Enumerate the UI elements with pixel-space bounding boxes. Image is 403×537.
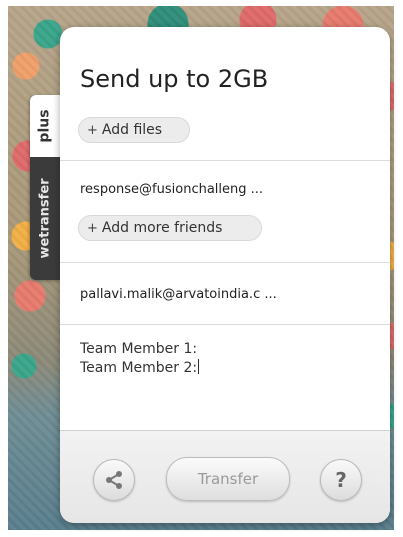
add-files-label: Add files xyxy=(101,122,163,138)
transfer-card: Send up to 2GB + Add files response@fusi… xyxy=(60,27,390,523)
footer-bar: Transfer ? xyxy=(60,430,390,523)
plus-icon: + xyxy=(87,122,98,138)
message-line-1: Team Member 1: xyxy=(80,341,198,357)
share-button[interactable] xyxy=(93,459,135,501)
wetransfer-logo: wetransfer xyxy=(37,178,53,259)
message-line-2: Team Member 2: xyxy=(80,360,198,376)
recipient-email-field[interactable]: response@fusionchalleng ... xyxy=(80,182,263,197)
plus-tab-label: plus xyxy=(37,109,53,143)
text-caret xyxy=(198,359,200,374)
add-files-button[interactable]: + Add files xyxy=(78,117,190,143)
side-tab[interactable]: plus wetransfer xyxy=(30,95,60,280)
share-icon xyxy=(106,471,122,489)
divider xyxy=(60,324,390,325)
add-friends-label: Add more friends xyxy=(101,220,223,236)
plus-icon: + xyxy=(87,220,98,236)
wetransfer-tab[interactable]: wetransfer xyxy=(30,157,60,280)
divider xyxy=(60,262,390,263)
message-field[interactable]: Team Member 1: Team Member 2: xyxy=(80,340,370,430)
page-title: Send up to 2GB xyxy=(80,65,269,93)
sender-email-field[interactable]: pallavi.malik@arvatoindia.c ... xyxy=(80,287,277,302)
divider xyxy=(60,160,390,161)
help-icon: ? xyxy=(335,468,347,492)
add-more-friends-button[interactable]: + Add more friends xyxy=(78,215,262,241)
plus-tab[interactable]: plus xyxy=(30,95,60,157)
transfer-button[interactable]: Transfer xyxy=(166,457,290,501)
help-button[interactable]: ? xyxy=(320,459,362,501)
